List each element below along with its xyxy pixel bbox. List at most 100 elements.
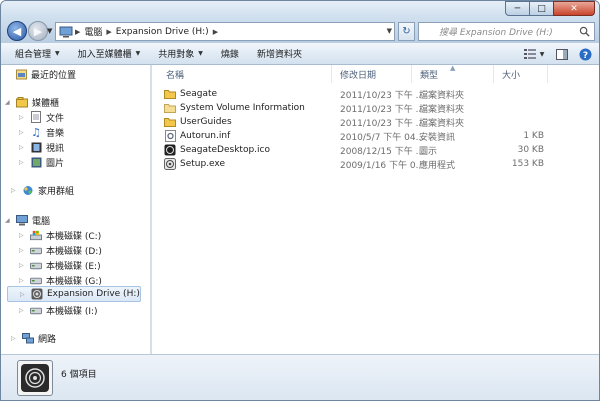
- details-pane: 6 個項目: [1, 354, 599, 400]
- address-bar[interactable]: ▶ 電腦 ▶ Expansion Drive (H:) ▶ ▼: [55, 22, 395, 41]
- file-type: 檔案資料夾: [419, 104, 465, 115]
- file-name: UserGuides: [180, 117, 232, 127]
- file-row[interactable]: UserGuides 2011/10/23 下午 ... 檔案資料夾: [164, 115, 544, 129]
- help-button[interactable]: ?: [576, 45, 594, 63]
- expand-arrow-icon[interactable]: ▷: [11, 187, 18, 194]
- hard-drive-icon: [30, 304, 42, 316]
- file-row[interactable]: SeagateDesktop.ico 2008/12/15 下午 ... 圖示 …: [164, 143, 544, 157]
- column-header-size[interactable]: 大小: [494, 65, 548, 83]
- nav-item-drive-i[interactable]: ▷ 本機磁碟 (I:): [19, 303, 98, 317]
- nav-item-drive-e[interactable]: ▷ 本機磁碟 (E:): [19, 258, 101, 272]
- file-name: SeagateDesktop.ico: [180, 145, 270, 155]
- nav-label-computer: 電腦: [32, 216, 51, 227]
- file-date: 2011/10/23 下午 ...: [340, 118, 425, 129]
- nav-label-homegroup: 家用群組: [38, 186, 75, 197]
- burn-button[interactable]: 燒錄: [212, 43, 248, 64]
- new-folder-label: 新增資料夾: [256, 50, 302, 60]
- file-type: 安裝資訊: [419, 132, 456, 143]
- expand-arrow-icon[interactable]: ▷: [20, 291, 27, 298]
- column-header-date[interactable]: 修改日期: [332, 65, 412, 83]
- back-button[interactable]: ◀: [7, 21, 27, 41]
- computer-icon: [58, 24, 74, 39]
- expand-arrow-icon[interactable]: ▷: [19, 159, 26, 166]
- nav-item-recent-places[interactable]: 最近的位置: [15, 67, 76, 81]
- nav-item-homegroup[interactable]: ▷ 家用群組: [11, 183, 74, 197]
- explorer-window: ─ □ ✕ ◀ ▶ ▼ ▶ 電腦 ▶ Expansion Drive (H:) …: [0, 0, 600, 401]
- share-with-label: 共用對象: [158, 50, 195, 60]
- file-list-pane: 名稱 修改日期 類型 大小 ▲ Seagate 2011/10/23 下午 ..…: [152, 64, 599, 354]
- nav-item-network[interactable]: ▷ 網路: [11, 331, 56, 345]
- breadcrumb-separator[interactable]: ▶: [74, 28, 81, 36]
- close-button[interactable]: ✕: [553, 1, 595, 16]
- nav-item-drive-d[interactable]: ▷ 本機磁碟 (D:): [19, 243, 102, 257]
- expand-arrow-icon[interactable]: ▷: [19, 129, 26, 136]
- system-drive-icon: [30, 229, 42, 241]
- breadcrumb-computer[interactable]: 電腦: [81, 25, 105, 38]
- breadcrumb-separator[interactable]: ▶: [212, 28, 219, 36]
- collapse-arrow-icon[interactable]: ◢: [5, 217, 12, 224]
- file-name: Setup.exe: [180, 159, 226, 169]
- expand-arrow-icon[interactable]: ▷: [19, 277, 26, 284]
- nav-label-music: 音樂: [46, 128, 65, 139]
- nav-item-drive-c[interactable]: ▷ 本機磁碟 (C:): [19, 228, 101, 242]
- homegroup-icon: [22, 184, 34, 196]
- refresh-button[interactable]: ↻: [398, 22, 415, 41]
- maximize-button[interactable]: □: [529, 1, 554, 16]
- chevron-down-icon: ▼: [198, 50, 203, 57]
- expand-arrow-icon[interactable]: ▷: [19, 307, 26, 314]
- forward-arrow-icon: ▶: [33, 24, 43, 38]
- nav-item-drive-h[interactable]: ▷ Expansion Drive (H:): [7, 286, 141, 302]
- file-row[interactable]: Autorun.inf 2010/5/7 下午 04... 安裝資訊 1 KB: [164, 129, 544, 143]
- recent-pages-dropdown[interactable]: ▼: [47, 27, 52, 35]
- expand-arrow-icon[interactable]: ▷: [19, 247, 26, 254]
- expand-arrow-icon[interactable]: ▷: [11, 335, 18, 342]
- expand-arrow-icon[interactable]: ▷: [19, 262, 26, 269]
- view-options-button[interactable]: ▼: [520, 45, 548, 63]
- file-size: 30 KB: [517, 145, 544, 155]
- nav-item-documents[interactable]: ▷ 文件: [19, 110, 64, 124]
- include-in-library-button[interactable]: 加入至媒體櫃 ▼: [69, 43, 150, 64]
- network-icon: [22, 332, 34, 344]
- close-icon: ✕: [570, 3, 578, 14]
- file-row[interactable]: System Volume Information 2011/10/23 下午 …: [164, 101, 544, 115]
- organize-button[interactable]: 組合管理 ▼: [1, 43, 69, 64]
- file-name: System Volume Information: [180, 103, 305, 113]
- nav-item-computer[interactable]: ◢ 電腦: [5, 213, 50, 227]
- file-row[interactable]: Setup.exe 2009/1/16 下午 0... 應用程式 153 KB: [164, 157, 544, 171]
- nav-label-drive-g: 本機磁碟 (G:): [46, 276, 102, 287]
- chevron-down-icon: ▼: [135, 50, 141, 57]
- preview-pane-button[interactable]: [553, 45, 571, 63]
- breadcrumb-expansion-drive[interactable]: Expansion Drive (H:): [113, 27, 212, 37]
- navigation-pane: 最近的位置 ◢ 媒體櫃 ▷ 文件 ▷ ♫ 音樂 ▷ 視訊 ▷ 圖片 ▷ 家用群組…: [1, 65, 151, 354]
- hard-drive-icon: [30, 274, 42, 286]
- forward-button[interactable]: ▶: [28, 21, 48, 41]
- preview-pane-icon: [556, 48, 568, 60]
- nav-item-drive-g[interactable]: ▷ 本機磁碟 (G:): [19, 273, 102, 287]
- title-bar: ─ □ ✕ ◀ ▶ ▼ ▶ 電腦 ▶ Expansion Drive (H:) …: [1, 1, 599, 43]
- nav-item-videos[interactable]: ▷ 視訊: [19, 140, 64, 154]
- nav-item-pictures[interactable]: ▷ 圖片: [19, 155, 64, 169]
- nav-item-music[interactable]: ▷ ♫ 音樂: [19, 125, 64, 139]
- file-type: 檔案資料夾: [419, 118, 465, 129]
- breadcrumb-separator[interactable]: ▶: [105, 28, 112, 36]
- nav-item-libraries[interactable]: ◢ 媒體櫃: [5, 95, 59, 109]
- file-type: 圖示: [419, 146, 438, 157]
- minimize-button[interactable]: ─: [505, 1, 530, 16]
- music-icon: ♫: [31, 125, 41, 139]
- expand-arrow-icon[interactable]: ▷: [19, 114, 26, 121]
- collapse-arrow-icon[interactable]: ◢: [5, 99, 12, 106]
- address-history-dropdown[interactable]: ▼: [387, 27, 392, 35]
- expand-arrow-icon[interactable]: ▷: [19, 232, 26, 239]
- column-label-type: 類型: [420, 70, 439, 81]
- hard-drive-icon: [30, 244, 42, 256]
- file-date: 2009/1/16 下午 0...: [340, 160, 425, 171]
- nav-label-drive-i: 本機磁碟 (I:): [46, 306, 98, 317]
- column-header-name[interactable]: 名稱: [158, 65, 332, 83]
- item-count: 6 個項目: [61, 370, 97, 380]
- search-input[interactable]: 搜尋 Expansion Drive (H:): [418, 22, 595, 41]
- maximize-icon: □: [537, 3, 546, 14]
- new-folder-button[interactable]: 新增資料夾: [248, 43, 311, 64]
- file-row[interactable]: Seagate 2011/10/23 下午 ... 檔案資料夾: [164, 87, 544, 101]
- share-with-button[interactable]: 共用對象 ▼: [149, 43, 212, 64]
- expand-arrow-icon[interactable]: ▷: [19, 144, 26, 151]
